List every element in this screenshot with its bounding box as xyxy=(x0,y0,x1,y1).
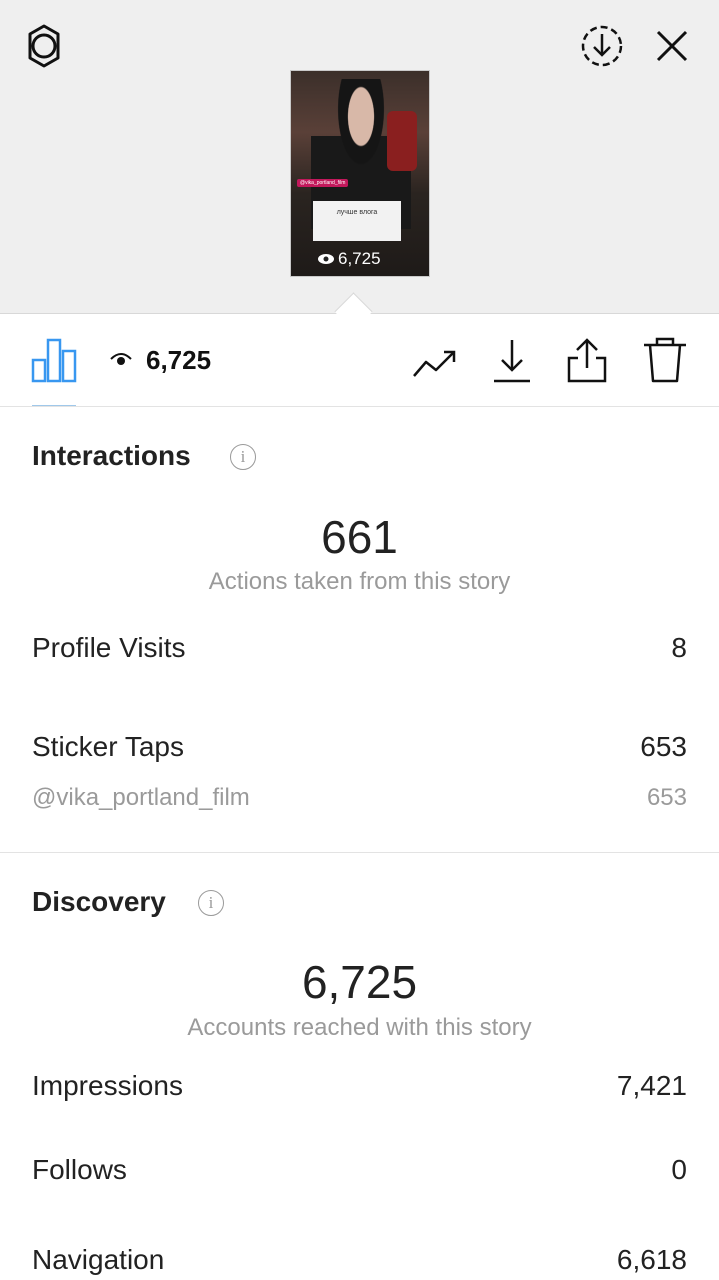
impressions-value: 7,421 xyxy=(616,1070,687,1101)
sticker-mention-label: @vika_portland_film xyxy=(32,784,250,811)
discovery-caption: Accounts reached with this story xyxy=(187,1014,532,1041)
sticker-mention-value: 653 xyxy=(646,784,687,811)
story-mention-tag: @vika_portland_film xyxy=(297,179,349,187)
download-circle-icon[interactable] xyxy=(578,22,626,70)
interactions-caption: Actions taken from this story xyxy=(208,568,511,595)
story-sticker: лучше влога xyxy=(313,201,401,241)
navigation-label: Navigation xyxy=(32,1244,165,1275)
story-views-overlay: 6,725 xyxy=(317,249,381,269)
info-icon[interactable]: i xyxy=(198,890,224,916)
story-views-count: 6,725 xyxy=(338,249,381,268)
toolbar-divider xyxy=(0,406,719,407)
profile-visits-label: Profile Visits xyxy=(32,632,186,663)
sticker-taps-value: 653 xyxy=(640,731,687,762)
story-photo-detail xyxy=(387,111,417,171)
eye-icon xyxy=(318,254,334,264)
navigation-value: 6,618 xyxy=(616,1244,687,1275)
story-thumbnail[interactable]: @vika_portland_film лучше влога 6,725 xyxy=(290,70,430,277)
impressions-label: Impressions xyxy=(32,1070,183,1101)
share-icon[interactable] xyxy=(564,336,610,384)
discovery-title: Discovery xyxy=(32,886,166,917)
close-icon[interactable] xyxy=(652,26,692,66)
settings-icon[interactable] xyxy=(20,22,68,70)
info-icon[interactable]: i xyxy=(230,444,256,470)
interactions-total: 661 xyxy=(321,511,398,563)
section-divider xyxy=(0,852,719,853)
delete-icon[interactable] xyxy=(642,336,688,384)
follows-value: 0 xyxy=(671,1154,687,1185)
eye-icon xyxy=(110,353,132,365)
story-toolbar xyxy=(0,320,719,406)
profile-visits-value: 8 xyxy=(671,632,687,663)
toolbar-views-count: 6,725 xyxy=(146,345,212,375)
insights-icon[interactable] xyxy=(30,336,78,384)
promote-icon[interactable] xyxy=(410,342,460,382)
interactions-title: Interactions xyxy=(32,440,191,471)
download-icon[interactable] xyxy=(490,338,534,384)
sticker-taps-label: Sticker Taps xyxy=(32,731,184,762)
follows-label: Follows xyxy=(32,1154,127,1185)
discovery-total: 6,725 xyxy=(301,956,418,1008)
